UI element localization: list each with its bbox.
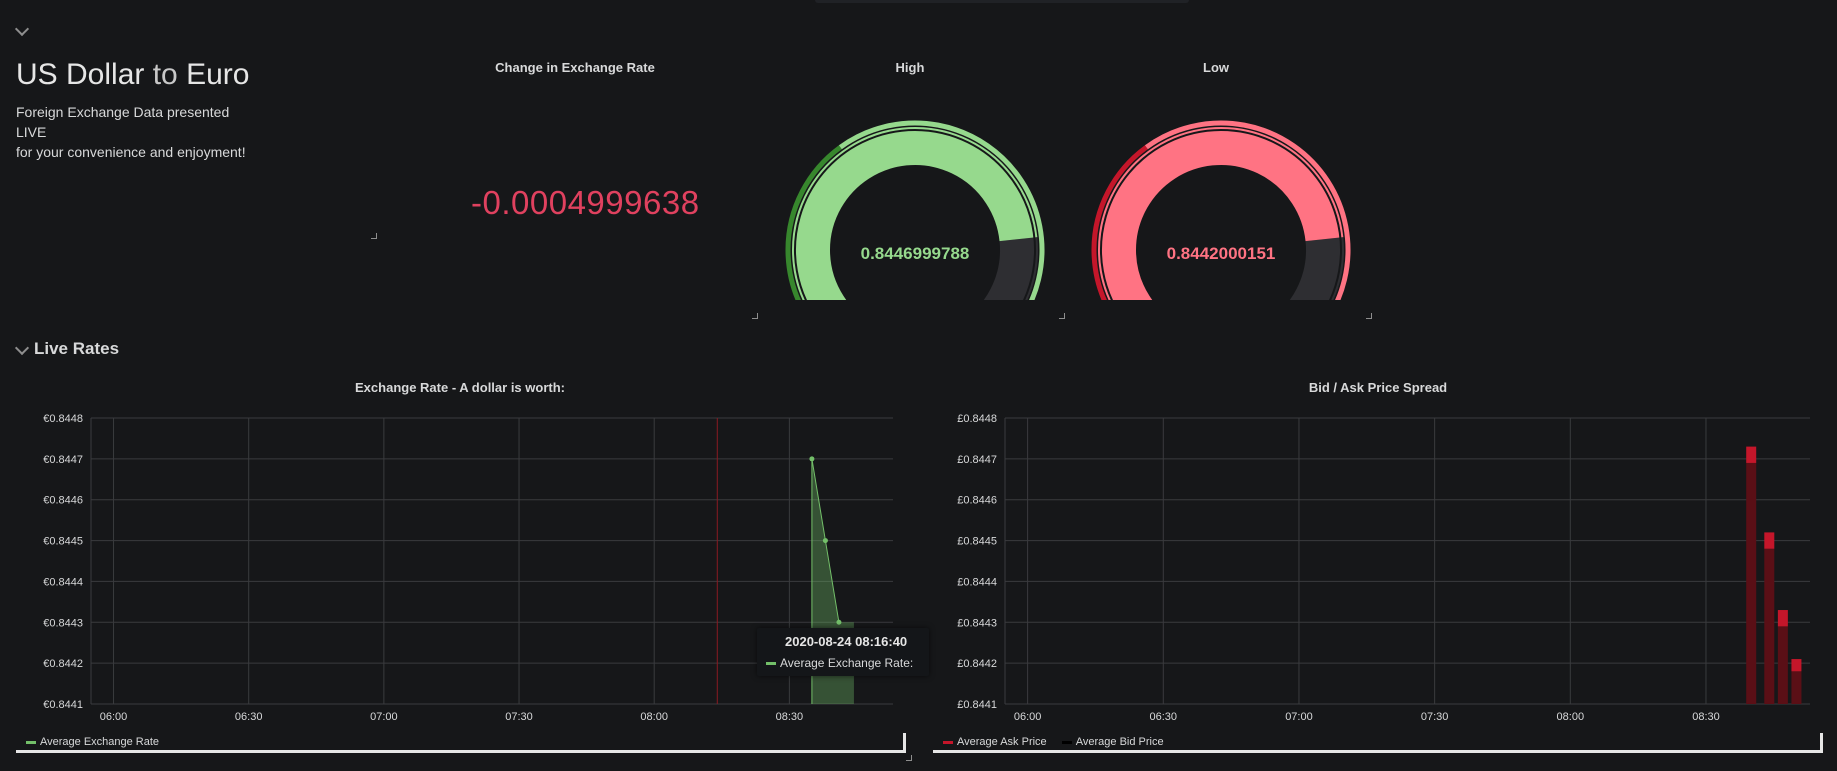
page-description: Foreign Exchange Data presented LIVE for… — [16, 102, 256, 162]
chart-right-y-tick-label: £0.8443 — [957, 617, 997, 629]
chart-right-y-tick-label: £0.8448 — [957, 413, 997, 425]
panel-resize-handle[interactable] — [1366, 313, 1372, 319]
gauge-low-value: 0.8442000151 — [1167, 244, 1276, 263]
chart-right-y-tick-label: £0.8441 — [957, 699, 997, 711]
chart-left-x-tick-label: 08:00 — [640, 711, 668, 720]
chart-left-y-tick-label: €0.8444 — [43, 576, 83, 588]
panel-resize-handle[interactable] — [906, 755, 912, 761]
chart-left-y-tick-label: €0.8441 — [43, 699, 83, 711]
chart-right-y-tick-label: £0.8445 — [957, 536, 997, 548]
legend-label: Average Ask Price — [957, 736, 1047, 748]
gauge-high-track — [983, 237, 1038, 300]
gauge-high-title: High — [895, 60, 925, 75]
panel-resize-handle[interactable] — [1059, 313, 1065, 319]
panel-resize-handle[interactable] — [371, 233, 377, 239]
chart-right-y-tick-label: £0.8444 — [957, 576, 997, 588]
gauge-low-title: Low — [1203, 60, 1229, 75]
chart-right-x-tick-label: 07:30 — [1421, 711, 1449, 720]
legend-item-average-exchange-rate[interactable]: Average Exchange Rate — [26, 736, 159, 748]
chart-right-y-tick-label: £0.8442 — [957, 658, 997, 670]
stat-panel-title: Change in Exchange Rate — [495, 60, 655, 75]
chart-right-x-tick-label: 06:30 — [1150, 711, 1178, 720]
collapse-top-chevron-down-icon[interactable] — [14, 21, 30, 37]
legend-item-average-bid-price[interactable]: Average Bid Price — [1061, 736, 1164, 748]
chart-left-x-tick-label: 07:30 — [505, 711, 533, 720]
gauge-low-track — [1289, 237, 1344, 300]
chart-right-legend: Average Ask Price Average Bid Price — [943, 736, 1176, 748]
exchange-rate-change-value: -0.0004999638 — [471, 184, 700, 221]
legend-item-average-ask-price[interactable]: Average Ask Price — [943, 736, 1047, 748]
row-collapse-chevron-down-icon[interactable] — [14, 340, 30, 356]
gauge-low: 0.8442000151 — [1091, 120, 1351, 300]
chart-left-point[interactable] — [809, 456, 815, 462]
legend-label: Average Bid Price — [1075, 736, 1164, 748]
legend-swatch — [1061, 740, 1072, 744]
title-to-word: to — [152, 58, 178, 91]
chart-right-x-tick-label: 07:00 — [1285, 711, 1313, 720]
chart-left-y-tick-label: €0.8446 — [43, 495, 83, 507]
tooltip-series-label: Average Exchange Rate: — [780, 656, 914, 670]
chart-right-scrollbar-end[interactable] — [1820, 733, 1823, 753]
chart-left-scrollbar-end[interactable] — [903, 733, 906, 753]
chart-left-x-tick-label: 06:30 — [235, 711, 263, 720]
chart-right-x-tick-label: 08:00 — [1557, 711, 1585, 720]
chart-right-scrollbar[interactable] — [933, 750, 1823, 753]
gauge-high-value-arc — [792, 127, 1038, 300]
chart-left-point[interactable] — [822, 538, 828, 544]
desc-line-2: for your convenience and enjoyment! — [16, 144, 246, 160]
row-title-live-rates[interactable]: Live Rates — [34, 339, 119, 359]
chart-left-x-tick-label: 07:00 — [370, 711, 398, 720]
chart-right-bid-bar[interactable] — [1764, 548, 1775, 704]
chart-tooltip: 2020-08-24 08:16:40 Average Exchange Rat… — [757, 628, 929, 676]
chart-right-x-tick-label: 06:00 — [1014, 711, 1042, 720]
chart-right-y-tick-label: £0.8447 — [957, 454, 997, 466]
chart-right-x-tick-label: 08:30 — [1692, 711, 1720, 720]
tooltip-series: Average Exchange Rate: — [766, 656, 913, 670]
chart-right-title: Bid / Ask Price Spread — [1308, 380, 1448, 395]
panel-resize-handle[interactable] — [752, 313, 758, 319]
title-from: US Dollar — [16, 58, 145, 91]
page-title: US Dollar to Euro — [16, 58, 249, 92]
legend-label: Average Exchange Rate — [40, 736, 160, 748]
chart-left-point[interactable] — [836, 619, 842, 625]
tooltip-time: 2020-08-24 08:16:40 — [785, 634, 908, 649]
chart-right-ask-bar[interactable] — [1777, 610, 1788, 627]
desc-line-1: Foreign Exchange Data presented LIVE — [16, 104, 230, 140]
chart-right-ask-bar[interactable] — [1764, 532, 1775, 549]
chart-left-y-tick-label: €0.8447 — [43, 454, 83, 466]
title-to: Euro — [186, 58, 250, 91]
gauge-high: 0.8446999788 — [785, 120, 1045, 300]
chart-left-x-tick-label: 08:30 — [776, 711, 804, 720]
chart-left-y-tick-label: €0.8443 — [43, 617, 83, 629]
legend-swatch — [943, 740, 953, 744]
chart-left-legend: Average Exchange Rate — [26, 736, 171, 748]
chart-left-scrollbar[interactable] — [16, 750, 906, 753]
chart-left-y-tick-label: €0.8448 — [43, 413, 83, 425]
chart-right-bid-bar[interactable] — [1791, 671, 1802, 704]
chart-right-ask-bar[interactable] — [1746, 446, 1757, 463]
chart-left-y-tick-label: €0.8442 — [43, 658, 83, 670]
gauge-low-value-arc — [1098, 127, 1344, 300]
tooltip-swatch — [766, 662, 776, 666]
bid-ask-spread-chart[interactable]: £0.8448 £0.8447 £0.8446 £0.8445 £0.8444 £0.84… — [915, 400, 1837, 720]
legend-swatch — [26, 740, 36, 744]
top-bar — [815, 0, 1189, 3]
chart-left-y-tick-label: €0.8445 — [43, 536, 83, 548]
chart-right-ask-bar[interactable] — [1791, 659, 1802, 672]
chart-left-x-tick-label: 06:00 — [100, 711, 128, 720]
gauge-high-value: 0.8446999788 — [861, 244, 970, 263]
chart-left-title: Exchange Rate - A dollar is worth: — [355, 380, 565, 395]
chart-right-bid-bar[interactable] — [1746, 462, 1757, 704]
chart-right-y-tick-label: £0.8446 — [957, 495, 997, 507]
chart-right-bid-bar[interactable] — [1777, 626, 1788, 704]
